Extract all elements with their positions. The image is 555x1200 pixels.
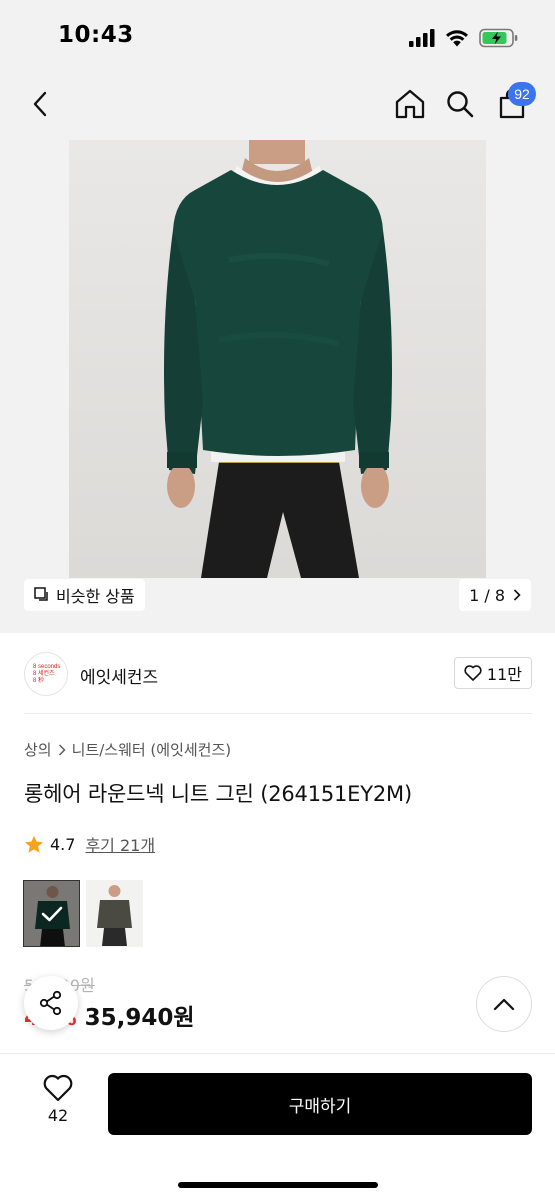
breadcrumb: 상의 니트/스웨터 (에잇세컨즈): [24, 739, 231, 760]
model-wearing-sweater-image: [164, 140, 392, 578]
check-icon: [41, 906, 62, 921]
brand-like-button[interactable]: 11만: [453, 657, 532, 689]
breadcrumb-item[interactable]: 니트/스웨터 (에잇세컨즈): [72, 739, 232, 760]
color-swatch-green[interactable]: [23, 880, 80, 947]
rating-value: 4.7: [50, 834, 76, 854]
selected-overlay: [24, 881, 79, 946]
similar-products-button[interactable]: 비슷한 상품: [24, 579, 145, 611]
status-time: 10:43: [58, 22, 134, 48]
nav-bar: 92: [0, 72, 555, 140]
heart-icon: [464, 665, 482, 681]
brand-logo-text: 8 秒: [33, 677, 45, 684]
color-swatches: [23, 880, 143, 947]
wishlist-count: 42: [47, 1106, 69, 1125]
brand-like-count: 11만: [486, 665, 522, 684]
buy-button[interactable]: 구매하기: [108, 1073, 532, 1135]
divider: [24, 713, 532, 714]
swatch-thumbnail: [97, 885, 132, 946]
status-icons: [409, 26, 519, 50]
chevron-right-icon: [58, 744, 66, 755]
brand-name[interactable]: 에잇세컨즈: [80, 663, 158, 688]
similar-products-label: 비슷한 상품: [56, 587, 135, 606]
brand-logo-text: 8 세컨즈: [33, 670, 55, 677]
chevron-right-icon: [513, 589, 521, 601]
scroll-to-top-button[interactable]: [476, 976, 532, 1032]
star-icon: [25, 835, 43, 853]
share-button[interactable]: [24, 976, 78, 1030]
home-button[interactable]: [388, 82, 432, 126]
color-swatch-charcoal[interactable]: [86, 880, 143, 947]
product-image-gallery[interactable]: 비슷한 상품 1 / 8: [0, 140, 555, 633]
reviews-link[interactable]: 후기 21개: [85, 832, 155, 856]
status-bar: 10:43: [0, 0, 555, 72]
product-photo: [69, 140, 486, 578]
bottom-action-bar: 42 구매하기: [0, 1053, 555, 1200]
sale-price: 35,940원: [84, 1005, 195, 1031]
cart-button[interactable]: 92: [490, 82, 536, 126]
home-icon: [395, 89, 425, 119]
cart-count-badge: 92: [508, 82, 536, 106]
heart-icon: [43, 1074, 73, 1102]
chevron-up-icon: [493, 998, 515, 1010]
battery-charging-icon: [479, 28, 518, 48]
image-pager-button[interactable]: 1 / 8: [459, 579, 531, 611]
brand-logo[interactable]: 8 seconds 8 세컨즈 8 秒: [24, 652, 68, 696]
product-title: 롱헤어 라운드넥 니트 그린 (264151EY2M): [24, 782, 412, 806]
wishlist-button[interactable]: 42: [30, 1074, 86, 1136]
brand-logo-text: 8 seconds: [33, 663, 61, 670]
home-indicator: [178, 1182, 378, 1188]
search-icon: [447, 91, 474, 118]
cellular-signal-icon: [409, 29, 435, 47]
rating-row: 4.7 후기 21개: [24, 832, 155, 856]
chevron-left-icon: [33, 91, 47, 117]
share-icon: [39, 990, 62, 1016]
wifi-icon: [446, 30, 468, 47]
similar-items-icon: [34, 587, 48, 601]
search-button[interactable]: [438, 82, 482, 126]
image-pager-label: 1 / 8: [469, 585, 505, 605]
breadcrumb-item[interactable]: 상의: [24, 739, 52, 760]
brand-row[interactable]: 8 seconds 8 세컨즈 8 秒 에잇세컨즈 11만: [24, 652, 532, 696]
back-button[interactable]: [18, 82, 62, 126]
